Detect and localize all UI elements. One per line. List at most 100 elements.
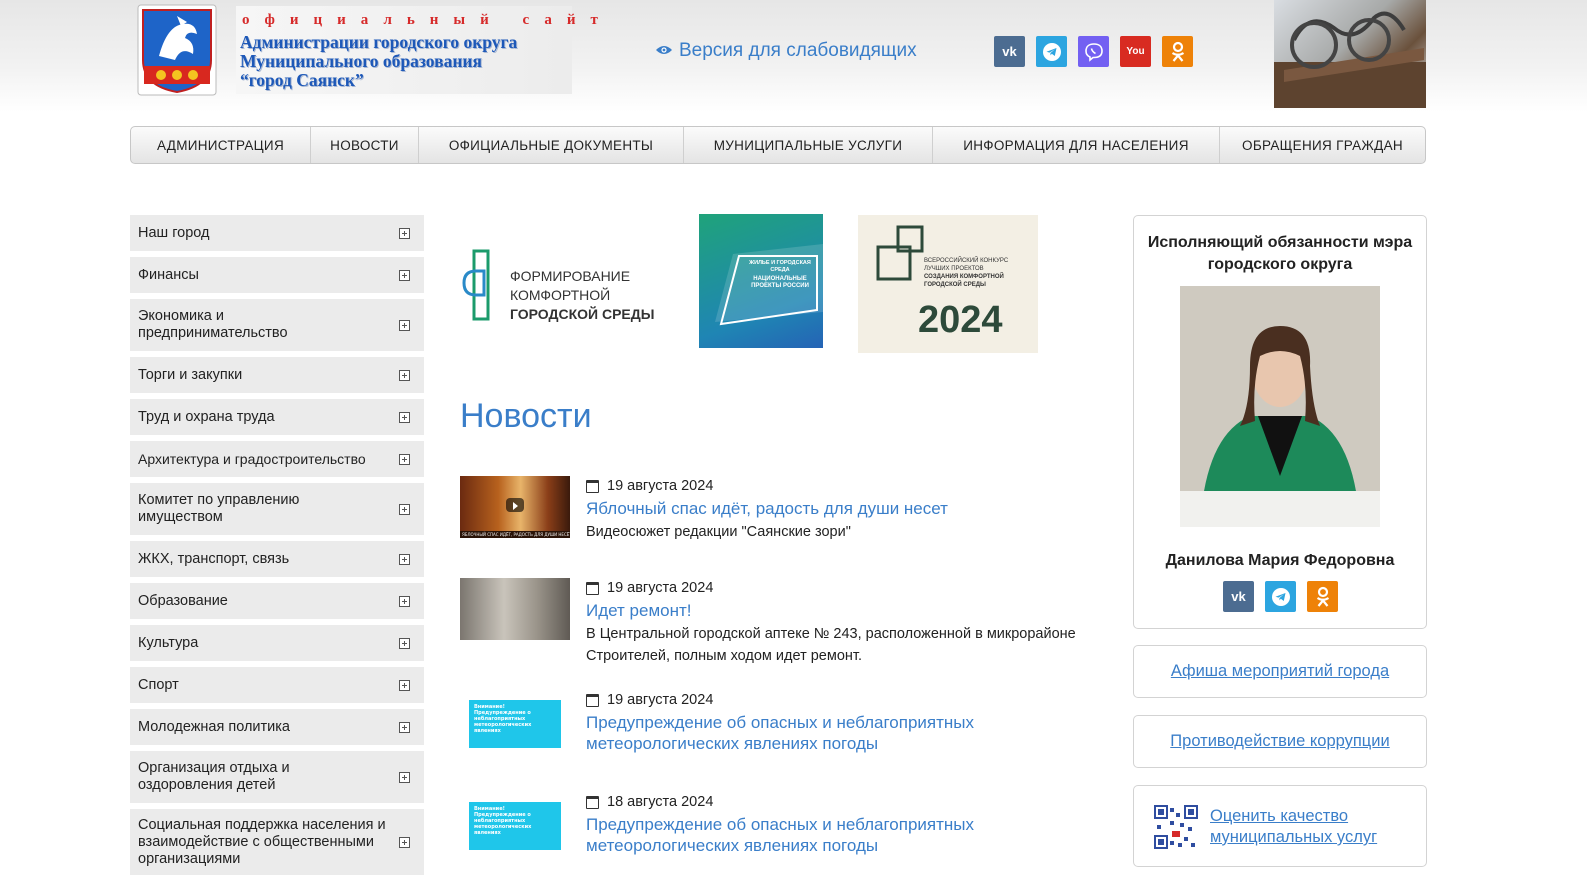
- expand-icon[interactable]: [399, 836, 410, 848]
- telegram-icon[interactable]: [1265, 581, 1296, 612]
- nav-item-info-for-residents[interactable]: ИНФОРМАЦИЯ ДЛЯ НАСЕЛЕНИЯ: [933, 127, 1220, 163]
- calendar-icon: [586, 479, 599, 493]
- news-title-link[interactable]: Предупреждение об опасных и неблагоприят…: [586, 814, 1106, 856]
- expand-icon[interactable]: [399, 369, 410, 381]
- thumbnail-caption: ЯБЛОЧНЫЙ СПАС ИДЁТ, РАДОСТЬ ДЛЯ ДУШИ НЕС…: [460, 531, 570, 538]
- sidebar-item-culture[interactable]: Культура: [130, 625, 424, 661]
- header-decorative-photo: [1274, 0, 1426, 108]
- sidebar-item-labor[interactable]: Труд и охрана труда: [130, 399, 424, 435]
- news-title-link[interactable]: Яблочный спас идёт, радость для души нес…: [586, 498, 1106, 519]
- sidebar-item-children-recreation[interactable]: Организация отдыха и оздоровления детей: [130, 751, 424, 803]
- news-title-link[interactable]: Идет ремонт!: [586, 600, 1106, 621]
- news-date: 19 августа 2024: [586, 478, 1106, 494]
- coat-of-arms-logo[interactable]: [137, 4, 217, 96]
- news-thumbnail-weather-warning[interactable]: Внимание! Предупреждение о неблагоприятн…: [460, 690, 570, 752]
- site-title-line-3: “город Саянск”: [240, 70, 364, 90]
- sidebar-item-finance[interactable]: Финансы: [130, 257, 424, 293]
- vk-label: vk: [1002, 44, 1017, 59]
- sidebar-item-youth-policy[interactable]: Молодежная политика: [130, 709, 424, 745]
- sidebar-item-economy[interactable]: Экономика и предпринимательство: [130, 299, 424, 351]
- banner-3-small-2: СОЗДАНИЯ КОМФОРТНОЙ ГОРОДСКОЙ СРЕДЫ: [924, 274, 1004, 288]
- site-title-banner[interactable]: официальный сайт Администрации городског…: [236, 6, 598, 94]
- eye-icon: [655, 40, 673, 62]
- news-date-text: 19 августа 2024: [607, 692, 714, 708]
- news-date: 18 августа 2024: [586, 794, 1106, 810]
- odnoklassniki-icon[interactable]: [1307, 581, 1338, 612]
- expand-icon[interactable]: [399, 411, 410, 423]
- banner-3-small-1: ВСЕРОССИЙСКИЙ КОНКУРС ЛУЧШИХ ПРОЕКТОВ: [924, 258, 1009, 272]
- news-section-title: Новости: [460, 397, 592, 435]
- news-title-link[interactable]: Предупреждение об опасных и неблагоприят…: [586, 712, 1106, 754]
- nav-item-official-documents[interactable]: ОФИЦИАЛЬНЫЕ ДОКУМЕНТЫ: [419, 127, 684, 163]
- vk-icon[interactable]: vk: [994, 36, 1025, 67]
- sidebar-item-property-committee[interactable]: Комитет по управлению имуществом: [130, 483, 424, 535]
- expand-icon[interactable]: [399, 553, 410, 565]
- news-date-text: 19 августа 2024: [607, 478, 714, 494]
- telegram-icon[interactable]: [1036, 36, 1067, 67]
- news-description: Видеосюжет редакции "Саянские зори": [586, 524, 851, 540]
- news-date-text: 19 августа 2024: [607, 580, 714, 596]
- expand-icon[interactable]: [399, 453, 410, 465]
- viber-icon[interactable]: [1078, 36, 1109, 67]
- mayor-card: Исполняющий обязанности мэра городского …: [1133, 215, 1427, 629]
- sidebar-item-education[interactable]: Образование: [130, 583, 424, 619]
- low-vision-link[interactable]: Версия для слабовидящих: [655, 40, 917, 62]
- national-projects-banner[interactable]: ЖИЛЬЕ И ГОРОДСКАЯ СРЕДА НАЦИОНАЛЬНЫЕ ПРО…: [699, 214, 823, 348]
- expand-icon[interactable]: [399, 227, 410, 239]
- sidebar-item-label: Труд и охрана труда: [138, 408, 275, 425]
- rate-services-link[interactable]: Оценить качество муниципальных услуг: [1210, 806, 1410, 848]
- header-social-links: vk You: [994, 36, 1193, 67]
- sidebar-item-architecture[interactable]: Архитектура и градостроительство: [130, 441, 424, 477]
- sidebar-item-housing-transport[interactable]: ЖКХ, транспорт, связь: [130, 541, 424, 577]
- calendar-icon: [586, 581, 599, 595]
- contest-2024-banner[interactable]: ВСЕРОССИЙСКИЙ КОНКУРС ЛУЧШИХ ПРОЕКТОВ СО…: [858, 215, 1038, 353]
- vk-icon[interactable]: vk: [1223, 581, 1254, 612]
- sidebar-item-sport[interactable]: Спорт: [130, 667, 424, 703]
- events-poster-link[interactable]: Афиша мероприятий города: [1171, 662, 1389, 681]
- anticorruption-box: Противодействие коррупции: [1133, 715, 1427, 768]
- expand-icon[interactable]: [399, 771, 410, 783]
- sidebar-item-label: Культура: [138, 634, 199, 651]
- news-date: 19 августа 2024: [586, 580, 1106, 596]
- news-thumbnail-photo[interactable]: [460, 578, 570, 640]
- anticorruption-link[interactable]: Противодействие коррупции: [1170, 732, 1389, 751]
- banner-1-line-3: ГОРОДСКОЙ СРЕДЫ: [510, 306, 655, 322]
- odnoklassniki-icon[interactable]: [1162, 36, 1193, 67]
- youtube-icon[interactable]: You: [1120, 36, 1151, 67]
- expand-icon[interactable]: [399, 595, 410, 607]
- expand-icon[interactable]: [399, 319, 410, 331]
- news-thumbnail-weather-warning[interactable]: Внимание! Предупреждение о неблагоприятн…: [460, 792, 570, 854]
- sidebar-item-social-support[interactable]: Социальная поддержка населения и взаимод…: [130, 809, 424, 875]
- comfortable-urban-environment-banner[interactable]: ФОРМИРОВАНИЕ КОМФОРТНОЙ ГОРОДСКОЙ СРЕДЫ: [460, 245, 670, 330]
- site-title-small: официальный сайт: [242, 12, 613, 28]
- calendar-icon: [586, 693, 599, 707]
- sidebar-item-label: Наш город: [138, 224, 210, 241]
- nav-item-news[interactable]: НОВОСТИ: [311, 127, 419, 163]
- news-date-text: 18 августа 2024: [607, 794, 714, 810]
- nav-item-municipal-services[interactable]: МУНИЦИПАЛЬНЫЕ УСЛУГИ: [684, 127, 933, 163]
- expand-icon[interactable]: [399, 721, 410, 733]
- expand-icon[interactable]: [399, 503, 410, 515]
- main-navigation: АДМИНИСТРАЦИЯ НОВОСТИ ОФИЦИАЛЬНЫЕ ДОКУМЕ…: [130, 126, 1426, 164]
- sidebar-item-label: Социальная поддержка населения и взаимод…: [138, 816, 386, 867]
- thumbnail-caption: Внимание! Предупреждение о неблагоприятн…: [474, 704, 532, 734]
- sidebar-item-our-city[interactable]: Наш город: [130, 215, 424, 251]
- sidebar-item-procurement[interactable]: Торги и закупки: [130, 357, 424, 393]
- qr-code-icon[interactable]: [1154, 805, 1198, 849]
- mayor-portrait[interactable]: [1180, 286, 1380, 527]
- mayor-card-title: Исполняющий обязанности мэра городского …: [1147, 234, 1413, 273]
- nav-item-citizen-appeals[interactable]: ОБРАЩЕНИЯ ГРАЖДАН: [1220, 127, 1425, 163]
- expand-icon[interactable]: [399, 269, 410, 281]
- calendar-icon: [586, 795, 599, 809]
- expand-icon[interactable]: [399, 679, 410, 691]
- banner-2-top: ЖИЛЬЕ И ГОРОДСКАЯ СРЕДА: [749, 260, 811, 273]
- sidebar-item-label: Финансы: [138, 266, 199, 283]
- sidebar-item-label: Организация отдыха и оздоровления детей: [138, 760, 290, 793]
- expand-icon[interactable]: [399, 637, 410, 649]
- news-thumbnail-video[interactable]: ЯБЛОЧНЫЙ СПАС ИДЁТ, РАДОСТЬ ДЛЯ ДУШИ НЕС…: [460, 476, 570, 538]
- low-vision-label: Версия для слабовидящих: [679, 40, 917, 61]
- news-date: 19 августа 2024: [586, 692, 1106, 708]
- events-poster-box: Афиша мероприятий города: [1133, 645, 1427, 698]
- nav-item-administration[interactable]: АДМИНИСТРАЦИЯ: [131, 127, 311, 163]
- sidebar-item-label: Архитектура и градостроительство: [138, 450, 366, 467]
